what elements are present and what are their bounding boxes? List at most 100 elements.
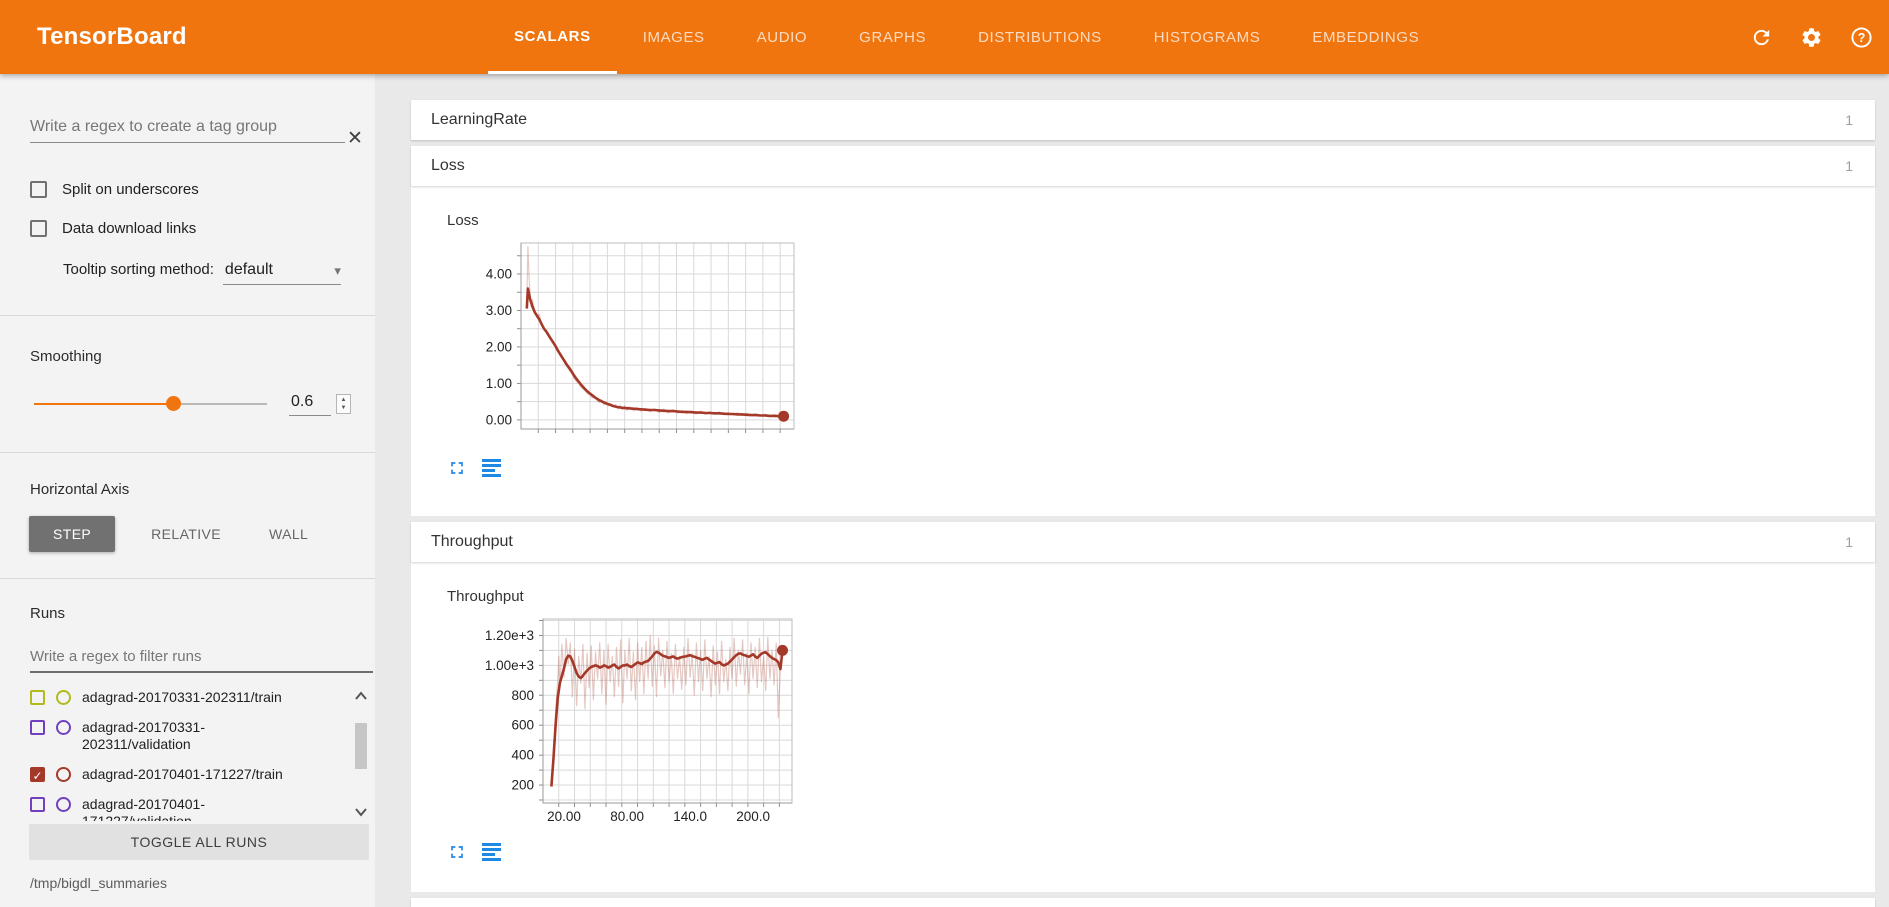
sidebar: ✕ Split on underscores Data download lin…	[0, 74, 375, 907]
run-color-circle[interactable]	[56, 767, 71, 782]
svg-text:?: ?	[1858, 30, 1866, 44]
smoothing-value-input[interactable]	[289, 391, 331, 416]
expand-chart-icon[interactable]	[447, 458, 467, 478]
chevron-down-icon: ▾	[334, 263, 341, 279]
tooltip-sorting-row: Tooltip sorting method: default ▾	[63, 261, 375, 285]
stepper-down-icon[interactable]: ▼	[341, 404, 347, 412]
chart-title: Loss	[447, 212, 1875, 229]
runs-filter-input[interactable]	[30, 644, 373, 673]
run-label: adagrad-20170401-171227/train	[82, 766, 283, 783]
help-icon[interactable]: ?	[1850, 26, 1873, 49]
svg-text:200.0: 200.0	[736, 809, 770, 824]
run-row[interactable]: adagrad-20170331-202311/train	[30, 687, 375, 706]
chart-menu-bars-icon[interactable]	[482, 458, 502, 478]
tag-filter-input[interactable]	[30, 114, 345, 143]
section-content-throughput: Throughput 2004006008001.00e+31.20e+320.…	[411, 562, 1875, 892]
svg-text:1.20e+3: 1.20e+3	[485, 628, 534, 643]
main-panel: LearningRate 1 Loss 1 Loss 0.001.002.003…	[375, 74, 1889, 907]
tab-histograms[interactable]: HISTOGRAMS	[1128, 0, 1287, 74]
svg-text:400: 400	[511, 748, 534, 763]
refresh-icon[interactable]	[1750, 26, 1773, 49]
svg-text:2.00: 2.00	[486, 339, 512, 354]
tooltip-sorting-dropdown[interactable]: default ▾	[223, 261, 341, 285]
tab-distributions[interactable]: DISTRIBUTIONS	[952, 0, 1128, 74]
axis-step-button[interactable]: STEP	[29, 516, 115, 552]
section-title: Throughput	[431, 533, 513, 551]
expand-chart-icon[interactable]	[447, 842, 467, 862]
runs-scrollbar[interactable]	[352, 687, 370, 821]
tab-graphs[interactable]: GRAPHS	[833, 0, 952, 74]
app-title: TensorBoard	[37, 0, 187, 74]
toggle-all-runs-button[interactable]: TOGGLE ALL RUNS	[29, 824, 369, 860]
chart-menu-bars-icon[interactable]	[482, 842, 502, 862]
split-underscores-row[interactable]: Split on underscores	[30, 181, 375, 198]
throughput-chart[interactable]: 2004006008001.00e+31.20e+320.0080.00140.…	[485, 613, 1875, 832]
runs-filter-row	[30, 644, 373, 673]
run-checkbox[interactable]	[30, 797, 45, 812]
run-label: adagrad-20170401-171227/validation	[82, 796, 294, 821]
svg-text:80.00: 80.00	[610, 809, 644, 824]
svg-text:800: 800	[511, 688, 534, 703]
section-content-loss: Loss 0.001.002.003.004.00	[411, 186, 1875, 516]
section-header-throughput[interactable]: Throughput 1	[411, 522, 1875, 562]
section-count: 1	[1845, 534, 1853, 550]
svg-text:1.00e+3: 1.00e+3	[485, 658, 534, 673]
settings-gear-icon[interactable]	[1800, 26, 1823, 49]
svg-text:200: 200	[511, 778, 534, 793]
run-label: adagrad-20170331-202311/train	[82, 689, 282, 706]
tab-scalars[interactable]: SCALARS	[488, 0, 617, 74]
tab-audio[interactable]: AUDIO	[731, 0, 834, 74]
run-color-circle[interactable]	[56, 720, 71, 735]
loss-chart[interactable]: 0.001.002.003.004.00	[471, 237, 1875, 448]
chart-toolbar	[447, 458, 1875, 478]
run-checkbox[interactable]	[30, 720, 45, 735]
tab-images[interactable]: IMAGES	[617, 0, 731, 74]
run-checkbox[interactable]	[30, 690, 45, 705]
svg-text:140.0: 140.0	[673, 809, 707, 824]
svg-text:1.00: 1.00	[486, 376, 512, 391]
tab-bar: SCALARS IMAGES AUDIO GRAPHS DISTRIBUTION…	[488, 0, 1445, 74]
divider	[0, 315, 375, 316]
run-row-partial[interactable]: adagrad-20170401-171227/validation	[30, 794, 375, 821]
run-checkbox-checked[interactable]: ✓	[30, 767, 45, 782]
run-row[interactable]: adagrad-20170331-202311/validation	[30, 717, 375, 753]
smoothing-label: Smoothing	[30, 348, 375, 365]
scroll-up-icon[interactable]	[352, 689, 370, 703]
slider-knob[interactable]	[166, 396, 181, 411]
split-underscores-label: Split on underscores	[62, 181, 199, 198]
section-title: LearningRate	[431, 111, 527, 129]
svg-text:0.00: 0.00	[486, 412, 512, 427]
smoothing-stepper[interactable]: ▲ ▼	[336, 394, 351, 414]
svg-text:600: 600	[511, 718, 534, 733]
svg-text:4.00: 4.00	[486, 267, 512, 282]
tag-filter-row	[30, 114, 345, 143]
run-label: adagrad-20170331-202311/validation	[82, 719, 294, 753]
section-count: 1	[1845, 112, 1853, 128]
runs-list: adagrad-20170331-202311/train adagrad-20…	[0, 687, 375, 821]
smoothing-slider[interactable]	[34, 396, 267, 411]
smoothing-row: ▲ ▼	[34, 391, 351, 416]
axis-relative-button[interactable]: RELATIVE	[127, 516, 245, 552]
run-color-circle[interactable]	[56, 690, 71, 705]
run-row[interactable]: ✓ adagrad-20170401-171227/train	[30, 764, 375, 783]
chart-toolbar	[447, 842, 1875, 862]
stepper-up-icon[interactable]: ▲	[341, 396, 347, 404]
tab-embeddings[interactable]: EMBEDDINGS	[1286, 0, 1445, 74]
scrollbar-thumb[interactable]	[355, 723, 367, 769]
data-download-checkbox[interactable]	[30, 220, 47, 237]
section-header-learningrate[interactable]: LearningRate 1	[411, 100, 1875, 140]
header-icons: ?	[1750, 0, 1873, 74]
section-header-partial[interactable]	[411, 898, 1875, 907]
scroll-down-icon[interactable]	[352, 805, 370, 819]
split-underscores-checkbox[interactable]	[30, 181, 47, 198]
divider	[0, 578, 375, 579]
axis-wall-button[interactable]: WALL	[245, 516, 332, 552]
section-title: Loss	[431, 157, 465, 175]
horizontal-axis-label: Horizontal Axis	[30, 481, 375, 498]
run-color-circle[interactable]	[56, 797, 71, 812]
data-download-row[interactable]: Data download links	[30, 220, 375, 237]
close-icon[interactable]: ✕	[344, 128, 366, 150]
section-count: 1	[1845, 158, 1853, 174]
section-header-loss[interactable]: Loss 1	[411, 146, 1875, 186]
logdir-path: /tmp/bigdl_summaries	[30, 875, 375, 891]
